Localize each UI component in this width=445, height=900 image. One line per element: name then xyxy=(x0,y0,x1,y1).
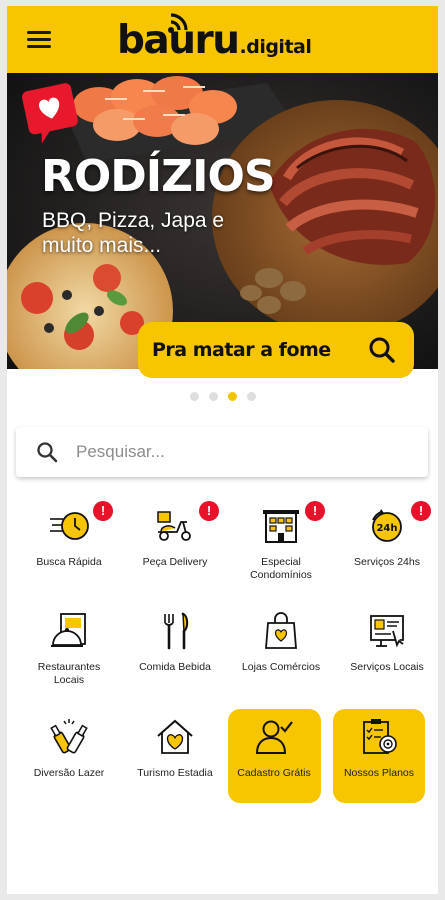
tile-diversao-lazer[interactable]: Diversão Lazer xyxy=(23,709,115,803)
carousel-dot-2[interactable] xyxy=(209,392,218,401)
menu-icon[interactable] xyxy=(27,31,51,49)
tile-lojas-comercios[interactable]: Lojas Comércios xyxy=(235,603,327,697)
plan-target-icon xyxy=(363,719,397,754)
fork-knife-icon xyxy=(164,612,189,650)
tile-label: Nossos Planos xyxy=(343,767,415,779)
user-check-icon xyxy=(255,720,293,754)
alert-badge: ! xyxy=(199,501,219,521)
alert-badge: ! xyxy=(411,501,431,521)
tile-servicos-locais[interactable]: Serviços Locais xyxy=(341,603,433,697)
restaurant-menu-icon xyxy=(51,613,86,647)
delivery-scooter-icon xyxy=(157,511,191,541)
tile-comida-bebida[interactable]: Comida Bebida xyxy=(129,603,221,697)
tile-especial-condominios[interactable]: ! Especial Condomínios xyxy=(235,498,327,592)
alert-badge: ! xyxy=(305,501,325,521)
tile-busca-rapida[interactable]: ! Busca Rápida xyxy=(23,498,115,592)
service-screen-icon xyxy=(370,615,404,648)
app-frame: bauru .digital RODÍZIOS BBQ, Pizza, Japa… xyxy=(7,6,438,894)
carousel-dot-1[interactable] xyxy=(190,392,199,401)
tile-turismo-estadia[interactable]: Turismo Estadia xyxy=(129,709,221,803)
banner-cta-button[interactable]: Pra matar a fome xyxy=(138,322,414,378)
tile-label: Serviços 24hs xyxy=(354,556,420,568)
tile-label: Serviços Locais xyxy=(350,661,424,673)
alert-badge: ! xyxy=(93,501,113,521)
carousel-dots xyxy=(190,392,256,401)
logo-sub-text: .digital xyxy=(239,36,312,58)
tile-label: Restaurantes Locais xyxy=(37,661,101,686)
svg-text:24h: 24h xyxy=(376,523,397,534)
building-icon xyxy=(263,510,299,543)
banner-subtitle: BBQ, Pizza, Japa e muito mais... xyxy=(42,209,225,257)
tile-label: Diversão Lazer xyxy=(33,767,105,779)
wifi-signal-icon xyxy=(168,13,188,33)
app-header: bauru .digital xyxy=(7,6,438,73)
tile-peca-delivery[interactable]: ! Peça Delivery xyxy=(129,498,221,592)
tile-cadastro-gratis[interactable]: Cadastro Grátis xyxy=(228,709,321,803)
tile-servicos-24hs[interactable]: 24h ! Serviços 24hs xyxy=(341,498,433,592)
clock-24h-icon: 24h xyxy=(372,509,402,542)
shopping-bag-icon xyxy=(265,612,297,649)
banner-cta-label: Pra matar a fome xyxy=(152,339,331,361)
tile-label: Turismo Estadia xyxy=(137,767,213,779)
banner-title: RODÍZIOS xyxy=(41,151,276,202)
fast-clock-icon xyxy=(50,512,89,540)
tile-label: Busca Rápida xyxy=(36,556,102,568)
tile-label: Lojas Comércios xyxy=(241,661,321,673)
tile-label: Cadastro Grátis xyxy=(237,767,311,779)
tile-restaurantes-locais[interactable]: Restaurantes Locais xyxy=(23,603,115,697)
search-input[interactable] xyxy=(76,442,396,462)
carousel-dot-3[interactable] xyxy=(228,392,237,401)
logo[interactable]: bauru .digital xyxy=(117,14,312,64)
home-heart-icon xyxy=(157,719,193,754)
bottles-cheers-icon xyxy=(50,719,88,754)
tile-label: Especial Condomínios xyxy=(250,556,312,581)
tile-label: Comida Bebida xyxy=(139,661,211,673)
carousel-dot-4[interactable] xyxy=(247,392,256,401)
search-bar[interactable] xyxy=(16,427,428,477)
search-icon xyxy=(37,442,58,463)
search-icon xyxy=(369,337,395,363)
tile-label: Peça Delivery xyxy=(142,556,208,568)
tile-nossos-planos[interactable]: Nossos Planos xyxy=(333,709,425,803)
